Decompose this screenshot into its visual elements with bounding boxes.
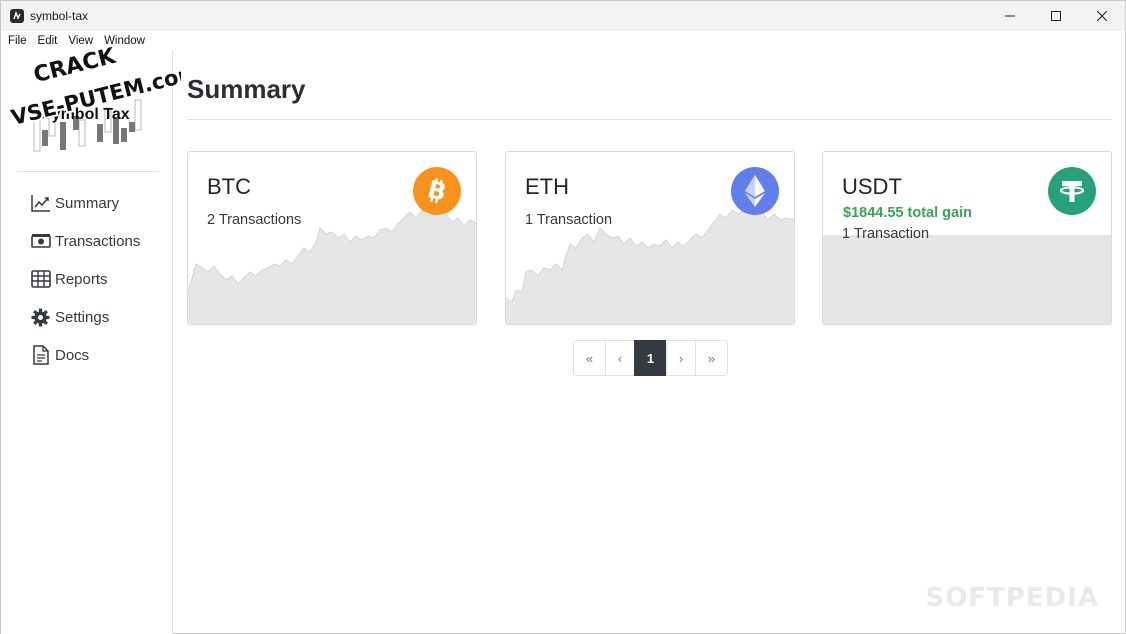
sidebar-item-label: Summary: [55, 194, 120, 212]
sidebar-item-summary[interactable]: Summary: [1, 184, 172, 222]
transaction-count: 1 Transaction: [525, 212, 613, 228]
page-first-button[interactable]: «: [573, 340, 606, 376]
brand-title: Symbol Tax: [41, 106, 130, 123]
page-next-button[interactable]: ›: [666, 340, 696, 376]
sidebar-item-reports[interactable]: Reports: [1, 260, 172, 298]
total-gain: $1844.55 total gain: [843, 205, 972, 221]
sidebar-item-settings[interactable]: Settings: [1, 298, 172, 336]
menu-bar: File Edit View Window: [1, 31, 1125, 50]
page-current-button[interactable]: 1: [634, 340, 667, 376]
menu-file[interactable]: File: [1, 35, 32, 47]
gear-icon: [30, 307, 51, 328]
asset-symbol: USDT: [842, 174, 902, 199]
bitcoin-icon: B: [413, 167, 461, 215]
close-button[interactable]: [1079, 1, 1125, 31]
sidebar-item-label: Docs: [55, 346, 90, 364]
ethereum-icon: [731, 167, 779, 215]
chart-line-icon: [30, 193, 51, 214]
title-bar: symbol-tax: [1, 1, 1125, 31]
page-prev-button[interactable]: ‹: [605, 340, 635, 376]
window-controls: [987, 1, 1125, 31]
asset-symbol: BTC: [207, 174, 251, 199]
pagination: « ‹ 1 › »: [573, 340, 728, 376]
asset-card-btc[interactable]: BTC 2 Transactions B: [187, 151, 477, 325]
sidebar-item-label: Transactions: [55, 232, 141, 250]
menu-view[interactable]: View: [62, 35, 98, 47]
cash-icon: [30, 231, 51, 252]
asset-card-eth[interactable]: ETH 1 Transaction: [505, 151, 795, 325]
maximize-button[interactable]: [1033, 1, 1079, 31]
sidebar: Symbol Tax Summary Transactions Reports …: [1, 50, 173, 634]
minimize-button[interactable]: [987, 1, 1033, 31]
sidebar-nav: Summary Transactions Reports Settings Do…: [1, 184, 172, 374]
sidebar-item-label: Reports: [55, 270, 108, 288]
divider: [17, 171, 159, 172]
app-window: symbol-tax File Edit View Window Symbol …: [0, 0, 1126, 634]
divider: [187, 119, 1112, 120]
sidebar-item-transactions[interactable]: Transactions: [1, 222, 172, 260]
sidebar-item-docs[interactable]: Docs: [1, 336, 172, 374]
window-title: symbol-tax: [30, 9, 89, 23]
menu-window[interactable]: Window: [98, 35, 150, 47]
document-icon: [30, 345, 51, 366]
asset-symbol: ETH: [525, 174, 569, 199]
asset-card-usdt[interactable]: USDT $1844.55 total gain 1 Transaction: [822, 151, 1112, 325]
app-icon: [10, 9, 24, 23]
page-title: Summary: [187, 74, 306, 104]
sidebar-item-label: Settings: [55, 308, 110, 326]
tether-icon: [1048, 167, 1096, 215]
brand-logo: Symbol Tax: [15, 58, 160, 170]
transaction-count: 2 Transactions: [207, 212, 302, 228]
table-icon: [30, 269, 51, 290]
menu-edit[interactable]: Edit: [32, 35, 63, 47]
softpedia-watermark: SOFTPEDIA: [925, 583, 1099, 613]
page-last-button[interactable]: »: [695, 340, 728, 376]
transaction-count: 1 Transaction: [842, 226, 930, 242]
